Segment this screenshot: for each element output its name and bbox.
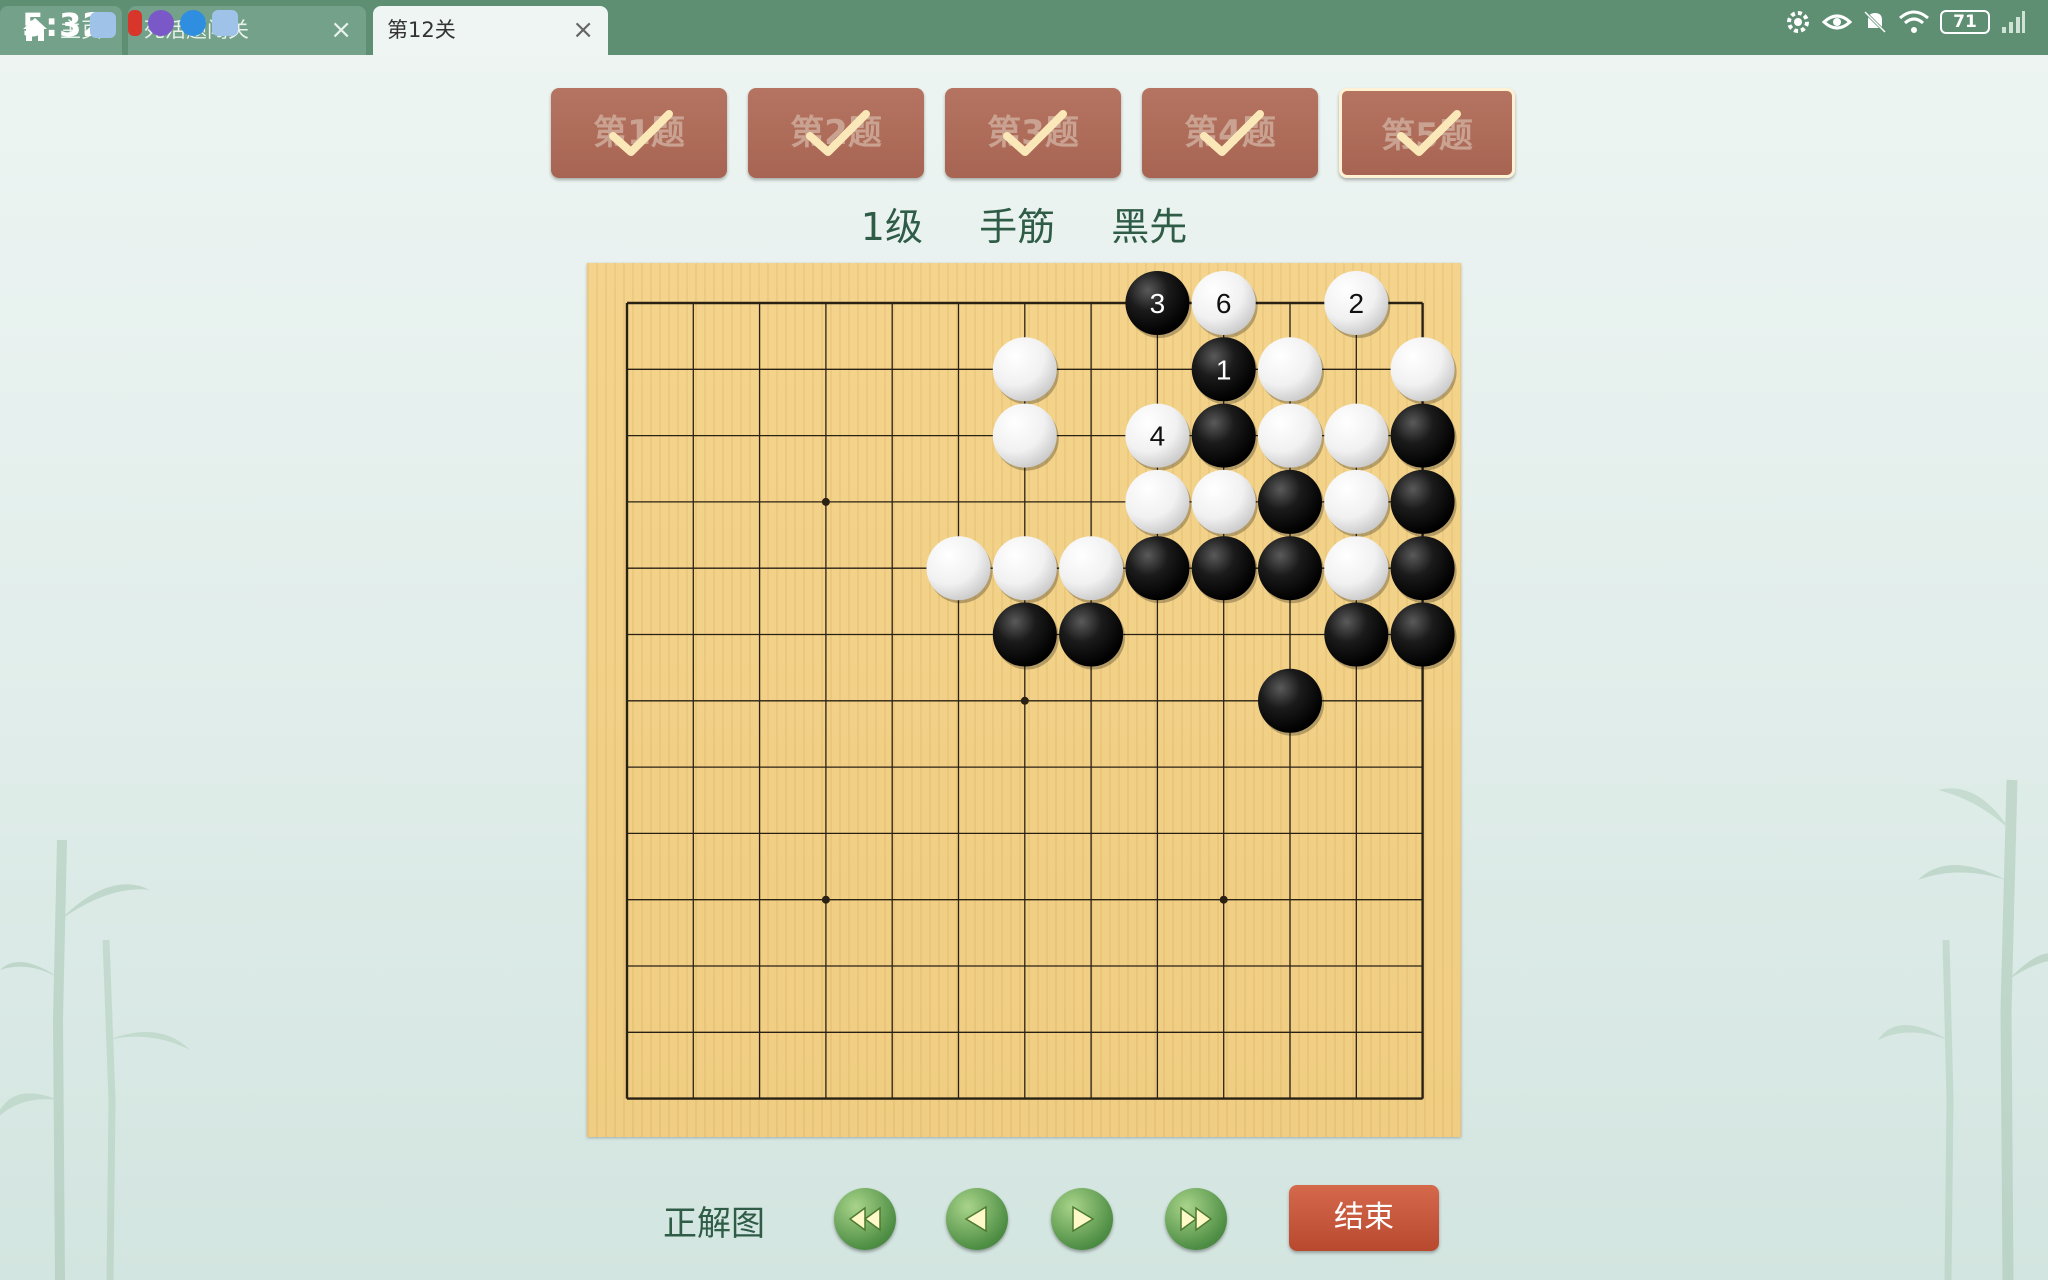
question-button-1[interactable]: 第1题 [551,88,727,178]
black-stone: 1 [1191,337,1258,405]
black-stone [1258,469,1324,537]
white-stone [1059,536,1126,604]
checkmark-icon [1397,110,1461,156]
move-number-label: 6 [1216,288,1232,319]
chevron-left-icon [964,1205,987,1233]
move-number-label: 2 [1349,288,1365,319]
checkmark-icon [609,110,673,156]
notification-purple-icon [148,10,174,36]
go-board-grid[interactable]: 3 6 2 1 4 [587,263,1461,1137]
white-stone [992,337,1059,405]
white-stone [1258,337,1324,405]
white-stone [992,536,1059,604]
first-move-button[interactable] [834,1188,896,1250]
white-stone [1125,469,1192,537]
notification-app-icon [212,10,238,36]
black-stone [1059,602,1126,670]
notification-red-icon [128,10,142,36]
black-stone [1324,602,1391,670]
close-icon[interactable]: × [330,6,352,55]
rewind-icon [848,1206,881,1232]
chevron-right-icon [1072,1205,1095,1233]
question-button-5[interactable]: 第5题 [1339,88,1515,178]
white-stone: 6 [1191,271,1258,338]
black-stone [1258,536,1324,604]
notification-cloud-icon [180,10,206,36]
go-board[interactable]: 3 6 2 1 4 [587,263,1461,1137]
white-stone [1324,403,1391,471]
black-stone [1125,536,1192,604]
white-stone [1324,469,1391,537]
bell-muted-icon [1863,10,1887,34]
solution-diagram-label: 正解图 [663,1204,765,1244]
black-stone [1390,469,1457,537]
problem-info: 1级 手筋 黑先 [0,196,2048,251]
star-point [1219,895,1228,904]
black-stone: 3 [1125,271,1192,338]
white-stone: 4 [1125,403,1192,471]
white-stone [926,536,993,604]
signal-icon [2002,11,2025,33]
black-stone [1390,403,1457,471]
gear-icon [1787,11,1809,33]
checkmark-icon [1200,110,1264,156]
black-stone [1258,668,1324,736]
question-button-3[interactable]: 第3题 [945,88,1121,178]
star-point [1020,696,1029,705]
move-number-label: 1 [1216,354,1232,385]
question-button-2[interactable]: 第2题 [748,88,924,178]
problem-category: 手筋 [979,205,1056,249]
move-number-label: 3 [1150,288,1166,319]
tab-level-12[interactable]: 第12关 × [373,6,608,55]
star-point [821,497,830,506]
wifi-icon [1899,10,1929,33]
checkmark-icon [806,110,870,156]
last-move-button[interactable] [1165,1188,1227,1250]
tab-bar: 主页 死活题闯关 × 第12关 × 5:32 [0,0,2048,55]
system-status-icons: 71 [1784,8,2026,36]
eye-icon [1822,14,1852,30]
white-stone [1191,469,1258,537]
bamboo-decoration-left [0,839,190,1280]
black-stone [1390,602,1457,670]
black-stone [1191,536,1258,604]
star-point [821,895,830,904]
tab-level-12-label: 第12关 [387,18,456,42]
end-button[interactable]: 结束 [1289,1185,1439,1251]
close-icon[interactable]: × [572,6,594,55]
battery-indicator: 71 [1940,10,1990,34]
white-stone [992,403,1059,471]
problem-level: 1级 [860,205,923,249]
bamboo-decoration-right [1878,779,2048,1280]
white-stone [1258,403,1324,471]
notification-app-icon [90,12,116,38]
problem-turn: 黑先 [1111,205,1188,249]
checkmark-icon [1003,110,1067,156]
next-move-button[interactable] [1051,1188,1113,1250]
black-stone [992,602,1059,670]
black-stone [1390,536,1457,604]
white-stone: 2 [1324,271,1391,338]
white-stone [1390,337,1457,405]
prev-move-button[interactable] [946,1188,1008,1250]
white-stone [1324,536,1391,604]
black-stone [1191,403,1258,471]
move-number-label: 4 [1150,421,1166,452]
notification-icons [128,10,238,36]
fast-forward-icon [1180,1206,1213,1232]
question-button-4[interactable]: 第4题 [1142,88,1318,178]
